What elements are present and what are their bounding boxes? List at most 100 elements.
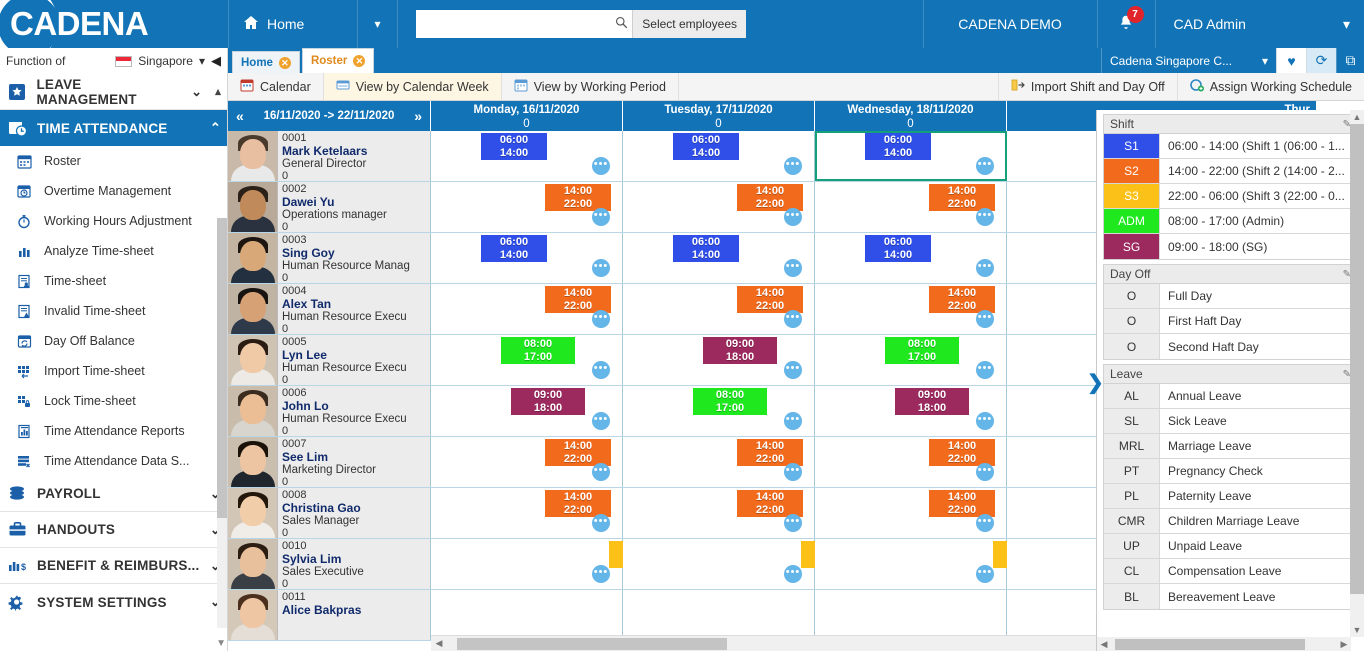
day-cell[interactable] (431, 590, 623, 640)
cell-menu-icon[interactable]: ••• (784, 361, 802, 379)
select-employees-button[interactable]: Select employees (632, 10, 746, 38)
shift-block[interactable]: 14:0022:00 (545, 490, 611, 517)
cell-menu-icon[interactable]: ••• (592, 259, 610, 277)
scroll-down-icon[interactable]: ▼ (1350, 623, 1364, 637)
favorite-button[interactable]: ♥ (1276, 48, 1306, 73)
cell-menu-icon[interactable]: ••• (976, 412, 994, 430)
toolbar-view-by-calendar-week[interactable]: View by Calendar Week (324, 73, 502, 100)
shift-block[interactable]: 14:0022:00 (929, 184, 995, 211)
shift-block[interactable]: 06:0014:00 (673, 133, 739, 160)
day-cell[interactable]: 08:0017:00••• (815, 335, 1007, 385)
sidebar-item-analyze-time-sheet[interactable]: Analyze Time-sheet (0, 236, 227, 266)
employee-cell[interactable]: 0008Christina GaoSales Manager0 (228, 488, 431, 538)
close-icon[interactable]: ✕ (353, 55, 365, 67)
cell-menu-icon[interactable]: ••• (592, 310, 610, 328)
legend-item[interactable]: OSecond Haft Day (1104, 334, 1357, 359)
shift-block[interactable]: 14:0022:00 (737, 439, 803, 466)
country-label[interactable]: Singapore (138, 54, 193, 68)
day-cell[interactable]: 14:0022:00••• (431, 284, 623, 334)
sidebar-module-time-attendance[interactable]: TIME ATTENDANCE ⌃ (0, 110, 227, 146)
scroll-left-icon[interactable]: ◀ (1097, 639, 1111, 650)
legend-item[interactable]: ALAnnual Leave (1104, 384, 1357, 409)
legend-item[interactable]: UPUnpaid Leave (1104, 534, 1357, 559)
notifications-button[interactable]: 7 (1098, 0, 1156, 48)
cell-menu-icon[interactable]: ••• (784, 310, 802, 328)
day-cell[interactable]: 06:0014:00 ••• (431, 131, 623, 181)
day-cell[interactable]: 06:0014:00 ••• (431, 233, 623, 283)
shift-block[interactable]: 06:0014:00 (865, 133, 931, 160)
day-cell[interactable]: 09:0018:00••• (431, 386, 623, 436)
scroll-left-icon[interactable]: ◀ (431, 638, 447, 649)
toolbar-view-by-working-period[interactable]: View by Working Period (502, 73, 679, 100)
sidebar-scrollbar-thumb[interactable] (217, 218, 227, 518)
sidebar-item-import-time-sheet[interactable]: Import Time-sheet (0, 356, 227, 386)
cell-menu-icon[interactable]: ••• (976, 565, 994, 583)
employee-cell[interactable]: 0010Sylvia LimSales Executive0 (228, 539, 431, 589)
legend-item[interactable]: BLBereavement Leave (1104, 584, 1357, 609)
employee-cell[interactable]: 0001Mark KetelaarsGeneral Director0 (228, 131, 431, 181)
employee-cell[interactable]: 0006John LoHuman Resource Execu0 (228, 386, 431, 436)
shift-block[interactable]: 06:0014:00 (481, 235, 547, 262)
sidebar-module-handouts[interactable]: HANDOUTS ⌄ (0, 512, 227, 548)
day-cell[interactable]: 14:0022:00••• (431, 488, 623, 538)
sidebar-module-system-settings[interactable]: SYSTEM SETTINGS ⌄ (0, 584, 227, 620)
legend-item[interactable]: ADM08:00 - 17:00 (Admin) (1104, 209, 1357, 234)
chevron-double-right-icon[interactable]: » (414, 108, 422, 124)
sidebar-item-lock-time-sheet[interactable]: Lock Time-sheet (0, 386, 227, 416)
legend-item[interactable]: SLSick Leave (1104, 409, 1357, 434)
chevron-up-small-icon[interactable]: ▴ (215, 85, 221, 98)
cell-menu-icon[interactable]: ••• (592, 157, 610, 175)
cell-menu-icon[interactable]: ••• (592, 514, 610, 532)
day-cell[interactable]: 06:0014:00 ••• (623, 131, 815, 181)
chevron-right-icon[interactable]: ❯ (1087, 370, 1104, 395)
nav-home-button[interactable]: Home (228, 0, 358, 48)
sidebar-item-time-attendance-data-sync[interactable]: Time Attendance Data S... (0, 446, 227, 476)
employee-cell[interactable]: 0003Sing GoyHuman Resource Manag0 (228, 233, 431, 283)
cell-menu-icon[interactable]: ••• (784, 463, 802, 481)
legend-item[interactable]: OFull Day (1104, 284, 1357, 309)
shift-block[interactable]: 14:0022:00 (545, 286, 611, 313)
day-cell[interactable]: 06:0014:00••• (623, 233, 815, 283)
sidebar-item-day-off-balance[interactable]: Day Off Balance (0, 326, 227, 356)
close-icon[interactable]: ✕ (279, 57, 291, 69)
sidebar-module-payroll[interactable]: PAYROLL ⌄ (0, 476, 227, 512)
shift-block[interactable]: 06:0014:00 (481, 133, 547, 160)
day-cell[interactable]: 14:0022:00••• (815, 488, 1007, 538)
day-cell[interactable]: 22:0006:00••• (623, 539, 815, 589)
search-icon[interactable] (610, 16, 632, 32)
cell-menu-icon[interactable]: ••• (592, 565, 610, 583)
employee-cell[interactable]: 0005Lyn LeeHuman Resource Execu0 (228, 335, 431, 385)
cell-menu-icon[interactable]: ••• (784, 259, 802, 277)
legend-hscroll-track[interactable] (1111, 639, 1337, 650)
shift-block[interactable]: 14:0022:00 (929, 439, 995, 466)
cell-menu-icon[interactable]: ••• (784, 565, 802, 583)
day-cell[interactable]: 14:0022:00••• (623, 284, 815, 334)
day-cell[interactable]: 14:0022:00••• (815, 437, 1007, 487)
day-cell[interactable]: 06:0014:00 ••• (815, 233, 1007, 283)
day-cell[interactable] (623, 590, 815, 640)
day-cell[interactable]: 14:0022:00••• (623, 488, 815, 538)
day-cell[interactable]: 14:0022:00••• (815, 182, 1007, 232)
day-cell[interactable]: 08:0017:00••• (431, 335, 623, 385)
legend-item[interactable]: CMRChildren Marriage Leave (1104, 509, 1357, 534)
cell-menu-icon[interactable]: ••• (976, 208, 994, 226)
shift-block[interactable]: 14:0022:00 (929, 490, 995, 517)
search-input[interactable] (416, 11, 610, 37)
legend-vscroll-thumb[interactable] (1350, 124, 1364, 594)
toolbar-calendar[interactable]: Calendar (228, 73, 324, 100)
day-cell[interactable]: 09:0018:00••• (815, 386, 1007, 436)
cell-menu-icon[interactable]: ••• (592, 412, 610, 430)
sidebar-item-time-attendance-reports[interactable]: Time Attendance Reports (0, 416, 227, 446)
cell-menu-icon[interactable]: ••• (976, 259, 994, 277)
shift-block[interactable]: 14:0022:00 (545, 184, 611, 211)
shift-block[interactable]: 06:0014:00 (865, 235, 931, 262)
legend-item[interactable]: MRLMarriage Leave (1104, 434, 1357, 459)
cell-menu-icon[interactable]: ••• (784, 157, 802, 175)
legend-item[interactable]: OFirst Haft Day (1104, 309, 1357, 334)
legend-item[interactable]: PLPaternity Leave (1104, 484, 1357, 509)
shift-block[interactable]: 08:0017:00 (501, 337, 575, 364)
legend-item[interactable]: S322:00 - 06:00 (Shift 3 (22:00 - 0... (1104, 184, 1357, 209)
shift-block[interactable]: 14:0022:00 (737, 184, 803, 211)
collapse-left-icon[interactable]: ◀ (211, 53, 221, 69)
legend-item[interactable]: S214:00 - 22:00 (Shift 2 (14:00 - 2... (1104, 159, 1357, 184)
